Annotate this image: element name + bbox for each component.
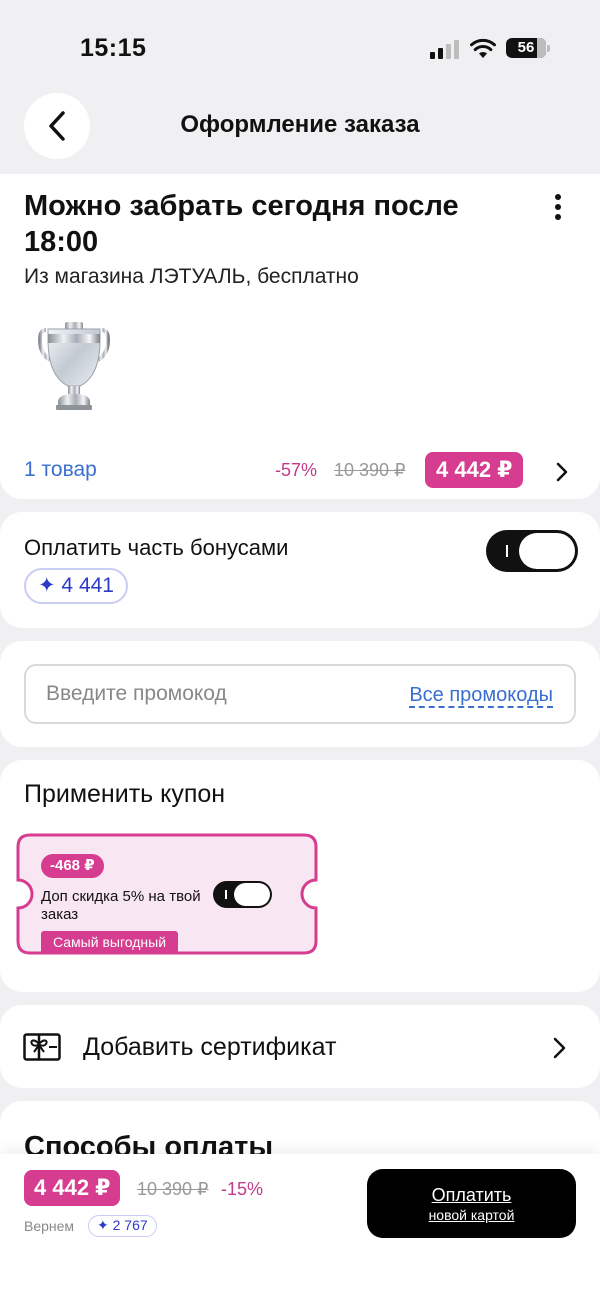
promo-field[interactable]: Все промокоды <box>24 664 576 724</box>
pay-button-sublabel: новой картой <box>428 1207 515 1223</box>
more-options-icon[interactable] <box>548 192 568 222</box>
coupon-toggle[interactable] <box>213 881 272 908</box>
wifi-icon <box>470 38 496 58</box>
promo-input[interactable] <box>46 682 376 706</box>
items-count-link[interactable]: 1 товар <box>24 458 97 482</box>
chevron-right-icon <box>553 1037 566 1059</box>
coupon-amount-badge: -468 ₽ <box>41 854 104 878</box>
total-old-price: 10 390 ₽ <box>137 1179 209 1199</box>
price-badge: 4 442 ₽ <box>425 452 524 488</box>
bonus-balance-badge: ✦ 4 441 <box>24 568 128 604</box>
bonus-label: Оплатить часть бонусами <box>24 535 289 560</box>
add-certificate-row[interactable]: Добавить сертификат <box>0 1005 600 1088</box>
chevron-right-icon[interactable] <box>552 460 572 484</box>
bonus-toggle[interactable] <box>486 530 578 572</box>
battery-level: 56 <box>517 39 535 56</box>
discount-percent: -57% <box>275 460 318 480</box>
all-promocodes-link[interactable]: Все промокоды <box>409 684 553 708</box>
pay-button-label: Оплатить <box>431 1185 512 1205</box>
total-price-badge: 4 442 ₽ <box>24 1170 121 1206</box>
cashback-badge: ✦ 2 767 <box>88 1215 157 1237</box>
coupon-description: Доп скидка 5% на твой заказ <box>41 888 201 923</box>
status-bar: 15:15 56 <box>0 0 600 90</box>
delivery-card: Можно забрать сегодня после 18:00 Из маг… <box>0 174 600 499</box>
best-offer-tag: Самый выгодный <box>41 931 179 953</box>
gift-certificate-icon <box>23 1033 61 1061</box>
signal-icon <box>430 39 460 59</box>
pay-button[interactable]: Оплатить новой картой <box>367 1169 576 1238</box>
promo-card: Все промокоды <box>0 641 600 747</box>
battery-tip <box>547 45 550 52</box>
cashback-label: Вернем <box>24 1218 75 1234</box>
total-discount: -15% <box>221 1179 264 1199</box>
delivery-title: Можно забрать сегодня после 18:00 <box>24 190 459 258</box>
battery-icon: 56 <box>506 38 546 58</box>
coupon-section-title: Применить купон <box>24 780 226 808</box>
old-price: 10 390 ₽ <box>334 460 406 480</box>
checkout-bar: 4 442 ₽ 10 390 ₽ -15% Вернем ✦ 2 767 Опл… <box>0 1154 600 1303</box>
page-title: Оформление заказа <box>180 111 420 138</box>
product-image[interactable] <box>36 320 112 412</box>
add-certificate-label: Добавить сертификат <box>83 1033 337 1061</box>
delivery-subtitle: Из магазина ЛЭТУАЛЬ, бесплатно <box>24 265 359 288</box>
status-time: 15:15 <box>80 34 147 62</box>
